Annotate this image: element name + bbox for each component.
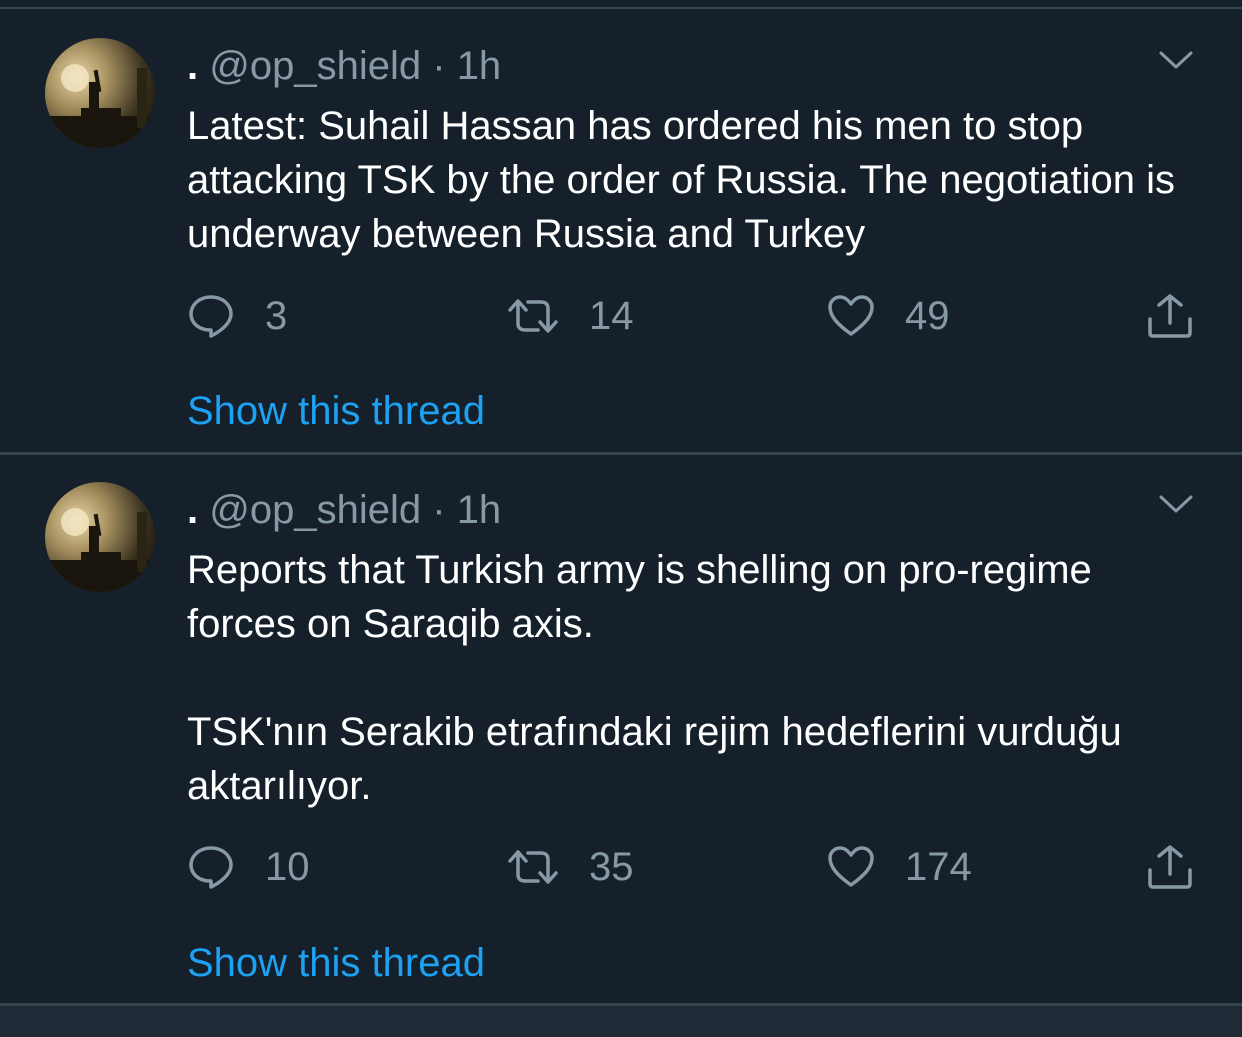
like-count: 174 xyxy=(905,844,972,889)
reply-count: 3 xyxy=(265,293,288,338)
reply-count: 10 xyxy=(265,844,310,889)
like-count: 49 xyxy=(905,293,950,338)
like-button[interactable]: 174 xyxy=(827,842,972,892)
separator: · xyxy=(432,488,446,532)
timestamp[interactable]: 1h xyxy=(457,488,502,532)
reply-button[interactable]: 10 xyxy=(187,842,310,892)
reply-icon xyxy=(187,293,235,339)
tweet-text: Reports that Turkish army is shelling on… xyxy=(187,543,1207,813)
tweet-text-paragraph: Reports that Turkish army is shelling on… xyxy=(187,548,1092,646)
share-icon xyxy=(1145,844,1195,890)
top-divider xyxy=(0,0,1242,9)
handle[interactable]: @op_shield xyxy=(209,44,421,88)
tweet-text: Latest: Suhail Hassan has ordered his me… xyxy=(187,99,1207,261)
tweet-text-paragraph: TSK'nın Serakib etrafındaki rejim hedefl… xyxy=(187,710,1122,808)
timestamp[interactable]: 1h xyxy=(457,44,502,88)
display-name[interactable]: . xyxy=(187,44,198,88)
share-icon xyxy=(1145,293,1195,339)
avatar[interactable] xyxy=(45,38,155,148)
avatar[interactable] xyxy=(45,482,155,592)
tweet-header: . @op_shield · 1h xyxy=(187,43,501,89)
separator: · xyxy=(432,44,446,88)
show-thread-link[interactable]: Show this thread xyxy=(187,388,485,434)
retweet-icon xyxy=(507,847,559,887)
tweet-header: . @op_shield · 1h xyxy=(187,487,501,533)
tweet-actions: 3 14 49 xyxy=(187,291,1207,341)
next-tweet-edge xyxy=(0,1006,1242,1037)
show-thread-link[interactable]: Show this thread xyxy=(187,940,485,986)
like-button[interactable]: 49 xyxy=(827,291,950,341)
chevron-down-icon[interactable] xyxy=(1155,45,1197,75)
retweet-count: 14 xyxy=(589,293,634,338)
reply-button[interactable]: 3 xyxy=(187,291,287,341)
retweet-icon xyxy=(507,296,559,336)
retweet-count: 35 xyxy=(589,844,634,889)
display-name[interactable]: . xyxy=(187,488,198,532)
tweet-text-paragraph: Latest: Suhail Hassan has ordered his me… xyxy=(187,104,1175,256)
reply-icon xyxy=(187,844,235,890)
share-button[interactable] xyxy=(1145,291,1195,341)
tweet[interactable]: . @op_shield · 1h Reports that Turkish a… xyxy=(0,455,1242,1003)
handle[interactable]: @op_shield xyxy=(209,488,421,532)
like-icon xyxy=(827,845,875,889)
retweet-button[interactable]: 14 xyxy=(507,291,634,341)
share-button[interactable] xyxy=(1145,842,1195,892)
tweet[interactable]: . @op_shield · 1h Latest: Suhail Hassan … xyxy=(0,11,1242,452)
tweet-actions: 10 35 174 xyxy=(187,842,1207,892)
like-icon xyxy=(827,294,875,338)
chevron-down-icon[interactable] xyxy=(1155,489,1197,519)
retweet-button[interactable]: 35 xyxy=(507,842,634,892)
